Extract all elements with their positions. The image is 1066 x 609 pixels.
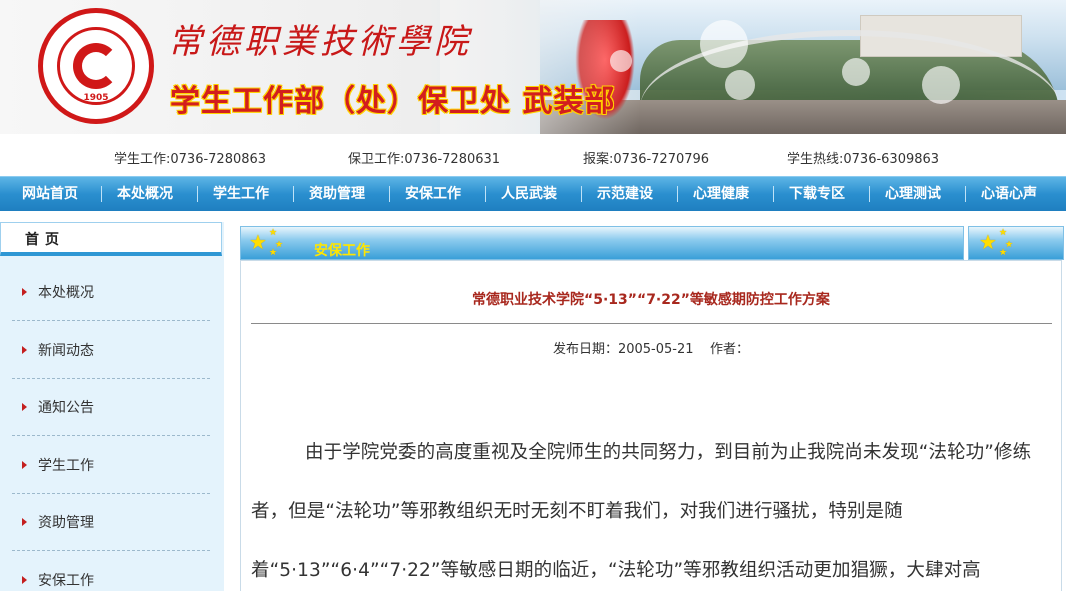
sidebar: 首页 本处概况 新闻动态 通知公告 学生工作 资助管理 安保工作	[0, 222, 224, 591]
nav-separator	[101, 186, 102, 202]
nav-home[interactable]: 网站首页	[22, 177, 78, 211]
arrow-right-icon	[22, 403, 27, 411]
nav-separator	[965, 186, 966, 202]
article-title: 常德职业技术学院“5·13”“7·22”等敏感期防控工作方案	[472, 292, 830, 308]
nav-demonstration[interactable]: 示范建设	[597, 177, 653, 211]
contact-student-hotline: 学生热线:0736-6309863	[787, 152, 940, 167]
section-header-side: ★ ★ ★ ★	[968, 226, 1064, 260]
nav-armed-forces[interactable]: 人民武装	[501, 177, 557, 211]
contact-bar: 学生工作:0736-7280863 保卫工作:0736-7280631 报案:0…	[0, 134, 1066, 176]
site-banner: 1905 常德职業技術學院 学生工作部（处）保卫处 武装部	[0, 0, 1066, 134]
banner-bubble	[610, 50, 632, 72]
article-panel: 常德职业技术学院“5·13”“7·22”等敏感期防控工作方案 发布日期：2005…	[240, 260, 1062, 591]
banner-bubble	[725, 70, 755, 100]
nav-security-work[interactable]: 安保工作	[405, 177, 461, 211]
nav-mental-health[interactable]: 心理健康	[693, 177, 749, 211]
sidebar-item-label: 资助管理	[38, 515, 94, 531]
nav-separator	[581, 186, 582, 202]
section-header: ★ ★ ★ ★ 安保工作	[240, 226, 964, 260]
sidebar-item-label: 安保工作	[38, 573, 94, 589]
article-divider	[251, 323, 1052, 324]
sidebar-item-student-work[interactable]: 学生工作	[12, 437, 210, 494]
article-paragraph: 由于学院党委的高度重视及全院师生的共同努力，到目前为止我院尚未发现“法轮功”修练…	[251, 442, 1032, 581]
nav-separator	[389, 186, 390, 202]
article-body: 由于学院党委的高度重视及全院师生的共同努力，到目前为止我院尚未发现“法轮功”修练…	[251, 423, 1041, 600]
sidebar-item-financial-aid[interactable]: 资助管理	[12, 494, 210, 551]
school-logo[interactable]: 1905	[38, 8, 154, 124]
nav-overview[interactable]: 本处概况	[117, 177, 173, 211]
nav-separator	[869, 186, 870, 202]
arrow-right-icon	[22, 461, 27, 469]
contact-student-work: 学生工作:0736-7280863	[114, 152, 267, 167]
nav-psych-test[interactable]: 心理测试	[885, 177, 941, 211]
sidebar-item-label: 通知公告	[38, 400, 94, 416]
arrow-right-icon	[22, 576, 27, 584]
nav-heart-voice[interactable]: 心语心声	[981, 177, 1037, 211]
nav-separator	[773, 186, 774, 202]
sidebar-item-news[interactable]: 新闻动态	[12, 322, 210, 379]
school-name: 常德职業技術學院	[168, 22, 472, 62]
nav-downloads[interactable]: 下载专区	[789, 177, 845, 211]
nav-separator	[485, 186, 486, 202]
sidebar-home-label: 首页	[25, 232, 65, 248]
banner-bubble	[842, 58, 870, 86]
sidebar-item-notices[interactable]: 通知公告	[12, 379, 210, 436]
nav-financial-aid[interactable]: 资助管理	[309, 177, 365, 211]
banner-bubble	[700, 20, 748, 68]
arrow-right-icon	[22, 288, 27, 296]
banner-bubble	[922, 66, 960, 104]
nav-separator	[677, 186, 678, 202]
sidebar-item-label: 学生工作	[38, 458, 94, 474]
sidebar-item-label: 新闻动态	[38, 343, 94, 359]
nav-student-work[interactable]: 学生工作	[213, 177, 269, 211]
sidebar-home[interactable]: 首页	[0, 222, 222, 256]
sidebar-item-label: 本处概况	[38, 285, 94, 301]
main-nav: 网站首页 本处概况 学生工作 资助管理 安保工作 人民武装 示范建设 心理健康 …	[0, 176, 1066, 211]
logo-year: 1905	[83, 93, 109, 103]
star-decoration-icon: ★ ★ ★ ★	[979, 228, 1014, 258]
contact-report: 报案:0736-7270796	[583, 152, 710, 167]
contact-security-work: 保卫工作:0736-7280631	[348, 152, 501, 167]
star-decoration-icon: ★ ★ ★ ★	[249, 228, 284, 258]
article-meta: 发布日期：2005-05-21 作者：	[552, 342, 750, 357]
sidebar-item-security-work[interactable]: 安保工作	[12, 552, 210, 609]
nav-separator	[293, 186, 294, 202]
sidebar-item-overview[interactable]: 本处概况	[12, 264, 210, 321]
department-name: 学生工作部（处）保卫处 武装部	[170, 84, 616, 119]
section-title: 安保工作	[314, 243, 370, 259]
nav-separator	[197, 186, 198, 202]
arrow-right-icon	[22, 518, 27, 526]
logo-emblem-icon	[73, 43, 119, 89]
main-content: ★ ★ ★ ★ 安保工作 ★ ★ ★ ★ 常德职业技术学院“5·13”“7·22”等敏感期防…	[240, 222, 1066, 591]
arrow-right-icon	[22, 346, 27, 354]
